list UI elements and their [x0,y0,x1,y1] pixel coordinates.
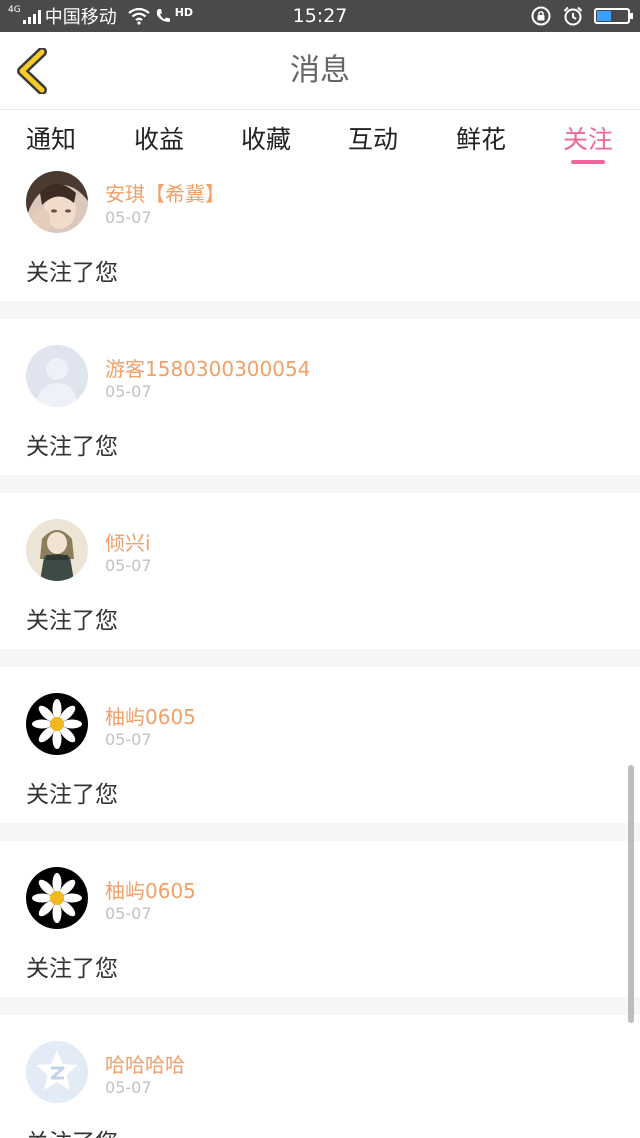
tab-interactions[interactable]: 互动 [348,120,398,156]
daisy-avatar[interactable] [26,867,88,929]
scrollbar[interactable] [628,765,634,1023]
tab-flowers[interactable]: 鲜花 [456,120,506,156]
username[interactable]: 柚屿0605 [105,701,196,730]
anime-girl-avatar[interactable] [26,519,88,581]
follow-date: 05-07 [105,904,152,923]
follow-date: 05-07 [105,208,152,227]
tab-bar: 通知 收益 收藏 互动 鲜花 关注 [0,110,640,168]
battery-icon [594,8,633,24]
status-right [530,0,633,32]
battery-level [597,11,611,21]
follow-date: 05-07 [105,382,152,401]
default-user-avatar[interactable] [26,345,88,407]
username[interactable]: 游客1580300300054 [105,353,310,382]
follow-message: 关注了您 [26,1123,118,1138]
follow-date: 05-07 [105,1078,152,1097]
follow-message: 关注了您 [26,782,118,808]
divider [0,997,640,1015]
username[interactable]: 安琪【希冀】 [105,178,225,207]
divider [0,301,640,319]
list-item[interactable]: 哈哈哈哈 05-07 关注了您 [0,1015,640,1138]
status-bar: 4G 中国移动 HD 15:27 [0,0,640,32]
follow-list: 安琪【希冀】 05-07 关注了您 游客1580300300054 05-07 … [0,168,640,1138]
username[interactable]: 倾兴i [105,527,151,556]
follow-message: 关注了您 [26,956,118,982]
divider [0,475,640,493]
nav-bar: 消息 [0,32,640,110]
tab-follows[interactable]: 关注 [563,120,613,156]
username[interactable]: 哈哈哈哈 [105,1049,185,1078]
alarm-icon [563,6,583,26]
page-title: 消息 [290,53,350,88]
daisy-avatar[interactable] [26,693,88,755]
follow-date: 05-07 [105,556,152,575]
rotation-lock-icon [531,6,551,26]
username[interactable]: 柚屿0605 [105,875,196,904]
tab-notifications[interactable]: 通知 [26,120,76,156]
qq-avatar[interactable] [26,1041,88,1103]
follow-message: 关注了您 [26,608,118,634]
follow-message: 关注了您 [26,260,118,286]
active-tab-indicator [571,160,605,164]
follow-message: 关注了您 [26,434,118,460]
photo-avatar[interactable] [26,171,88,233]
tab-earnings[interactable]: 收益 [134,120,184,156]
tab-favorites[interactable]: 收藏 [241,120,291,156]
list-item[interactable]: 安琪【希冀】 05-07 关注了您 [0,168,640,301]
list-item[interactable]: 柚屿0605 05-07 关注了您 [0,667,640,823]
list-item[interactable]: 游客1580300300054 05-07 关注了您 [0,319,640,475]
follow-date: 05-07 [105,730,152,749]
list-item[interactable]: 柚屿0605 05-07 关注了您 [0,841,640,997]
divider [0,649,640,667]
list-item[interactable]: 倾兴i 05-07 关注了您 [0,493,640,649]
divider [0,823,640,841]
